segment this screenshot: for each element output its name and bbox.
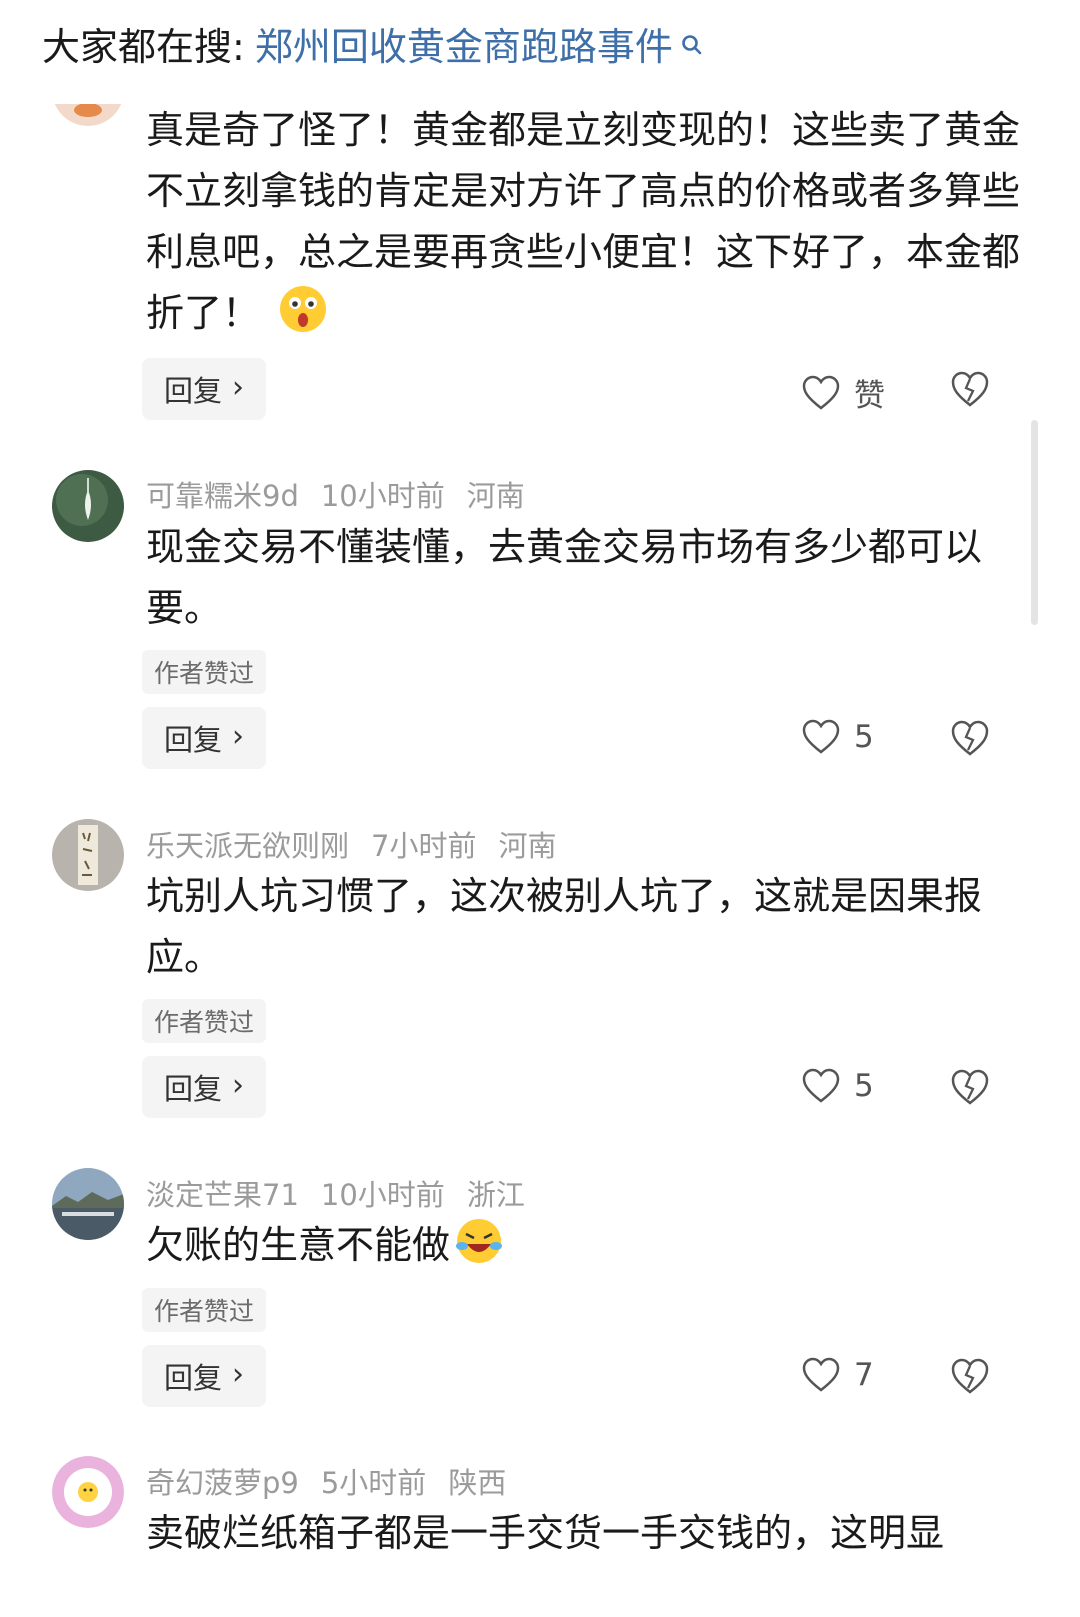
search-icon[interactable]: [681, 21, 703, 55]
like-button[interactable]: 5: [802, 1068, 874, 1104]
comment-text: 真是奇了怪了！黄金都是立刻变现的！这些卖了黄金不立刻拿钱的肯定是对方许了高点的价…: [146, 108, 1021, 335]
timestamp: 7小时前: [371, 829, 477, 863]
location: 浙江: [466, 1178, 525, 1212]
like-button[interactable]: 5: [802, 719, 874, 755]
username[interactable]: 淡定芒果71: [146, 1172, 299, 1214]
reply-button[interactable]: 回复 ›: [142, 1345, 266, 1407]
crying-laughing-emoji: [456, 1219, 503, 1263]
comment-text: 坑别人坑习惯了，这次被别人坑了，这就是因果报应。: [146, 874, 983, 979]
astonished-face-emoji: [280, 286, 327, 332]
avatar[interactable]: [52, 1456, 124, 1528]
broken-heart-icon[interactable]: [950, 1357, 990, 1395]
heart-icon: [802, 375, 840, 410]
like-count: 5: [854, 1068, 874, 1104]
trending-search-link[interactable]: 郑州回收黄金商跑路事件: [255, 16, 673, 71]
comment-text: 欠账的生意不能做: [146, 1215, 1026, 1276]
chevron-right-icon: ›: [232, 1357, 244, 1392]
timestamp: 10小时前: [320, 1178, 445, 1212]
avatar[interactable]: [52, 470, 124, 542]
broken-heart-icon[interactable]: [950, 370, 990, 408]
reply-button[interactable]: 回复 ›: [142, 1056, 266, 1118]
author-liked-badge: 作者赞过: [142, 650, 267, 694]
timestamp: 5小时前: [320, 1466, 427, 1500]
comment-meta: 奇幻菠萝p9 5小时前 陕西: [146, 1460, 506, 1502]
chevron-right-icon: ›: [232, 1068, 244, 1103]
avatar[interactable]: [52, 819, 124, 891]
username[interactable]: 奇幻菠萝p9: [146, 1460, 299, 1502]
like-label: 赞: [854, 378, 885, 414]
like-button[interactable]: 赞: [802, 370, 885, 415]
trending-search-prefix: 大家都在搜:: [42, 24, 245, 69]
author-liked-badge: 作者赞过: [142, 1288, 267, 1332]
timestamp: 10小时前: [320, 479, 445, 513]
heart-icon: [802, 1068, 840, 1103]
username[interactable]: 可靠糯米9d: [146, 473, 299, 515]
reply-button[interactable]: 回复 ›: [142, 358, 266, 420]
chevron-right-icon: ›: [232, 719, 244, 754]
heart-icon: [802, 719, 840, 754]
comment-text: 现金交易不懂装懂，去黄金交易市场有多少都可以要。: [146, 525, 983, 630]
comment-meta: 淡定芒果71 10小时前 浙江: [146, 1172, 525, 1214]
author-liked-badge: 作者赞过: [142, 999, 267, 1043]
like-button[interactable]: 7: [802, 1357, 874, 1393]
comment-text: 卖破烂纸箱子都是一手交货一手交钱的，这明显: [146, 1511, 945, 1555]
username[interactable]: 乐天派无欲则刚: [146, 823, 349, 865]
comment-meta: 可靠糯米9d 10小时前 河南: [146, 473, 525, 515]
like-count: 7: [854, 1357, 874, 1393]
avatar[interactable]: [52, 1168, 124, 1240]
trending-search-bar[interactable]: 大家都在搜: 郑州回收黄金商跑路事件: [42, 12, 703, 74]
broken-heart-icon[interactable]: [950, 1068, 990, 1106]
comment-meta: 乐天派无欲则刚 7小时前 河南: [146, 823, 556, 865]
heart-icon: [802, 1357, 840, 1392]
reply-button[interactable]: 回复 ›: [142, 707, 266, 769]
location: 河南: [466, 479, 525, 513]
broken-heart-icon[interactable]: [950, 719, 990, 757]
scrollbar[interactable]: [1031, 420, 1038, 625]
chevron-right-icon: ›: [232, 370, 244, 405]
location: 陕西: [448, 1466, 507, 1500]
location: 河南: [498, 829, 557, 863]
like-count: 5: [854, 719, 874, 755]
